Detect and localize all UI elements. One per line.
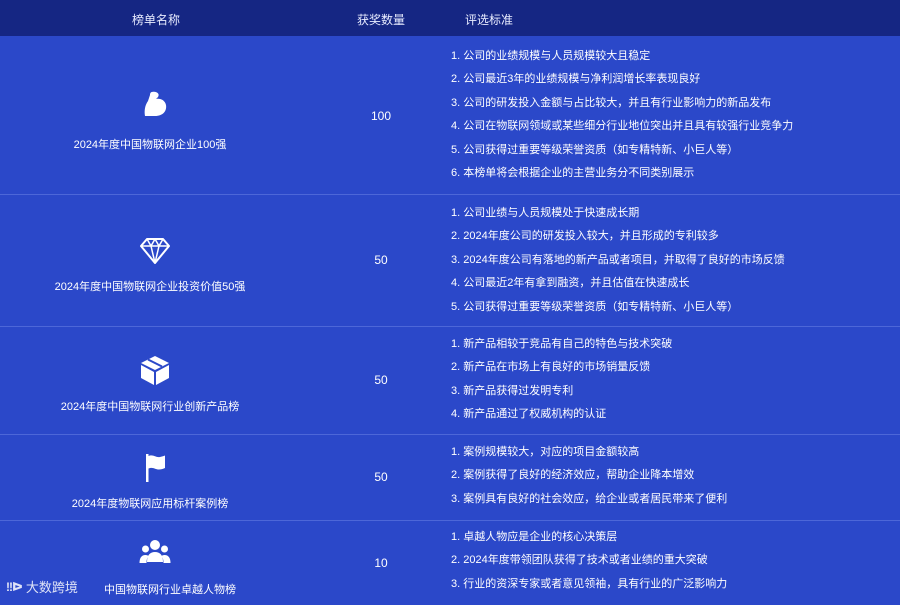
header-list-name: 榜单名称 xyxy=(132,13,181,27)
list-name-cell: 2024年度中国物联网行业创新产品榜 xyxy=(0,327,300,434)
criteria-item: 3. 案例具有良好的社会效应，给企业或者居民带来了便利 xyxy=(451,492,728,505)
criteria-item: 3. 行业的资深专家或者意见领袖，具有行业的广泛影响力 xyxy=(451,577,728,590)
criteria-item: 2. 案例获得了良好的经济效应，帮助企业降本增效 xyxy=(451,469,695,482)
criteria-item: 4. 公司在物联网领域或某些细分行业地位突出并且具有较强行业竞争力 xyxy=(451,120,794,133)
table-header: 榜单名称 获奖数量 评选标准 xyxy=(0,0,900,36)
list-name-cell: 2024年度物联网应用标杆案例榜 xyxy=(0,435,300,520)
table-row: 2024年度中国物联网企业100强 100 1. 公司的业绩规模与人员规模较大且… xyxy=(0,37,900,195)
table-row: 2024年度物联网应用标杆案例榜 50 1. 案例规模较大，对应的项目金额较高 … xyxy=(0,435,900,521)
criteria-list: 1. 公司的业绩规模与人员规模较大且稳定 2. 公司最近3年的业绩规模与净利润增… xyxy=(451,45,793,185)
criteria-item: 3. 2024年度公司有落地的新产品或者项目，并取得了良好的市场反馈 xyxy=(451,253,785,266)
box-icon xyxy=(138,353,172,387)
watermark-text: 大数跨境 xyxy=(25,580,78,595)
table-row: 中国物联网行业卓越人物榜 10 1. 卓越人物应是企业的核心决策层 2. 202… xyxy=(0,521,900,605)
criteria-item: 4. 公司最近2年有拿到融资，并且估值在快速成长 xyxy=(451,277,690,290)
criteria-list: 1. 公司业绩与人员规模处于快速成长期 2. 2024年度公司的研发投入较大，并… xyxy=(451,202,785,319)
criteria-item: 1. 案例规模较大，对应的项目金额较高 xyxy=(451,446,640,458)
criteria-item: 4. 新产品通过了权威机构的认证 xyxy=(451,408,607,421)
criteria-list: 1. 卓越人物应是企业的核心决策层 2. 2024年度带领团队获得了技术或者业绩… xyxy=(451,526,727,596)
table-row: 2024年度中国物联网企业投资价值50强 50 1. 公司业绩与人员规模处于快速… xyxy=(0,195,900,327)
list-name-cell: 2024年度中国物联网企业投资价值50强 xyxy=(0,195,300,326)
criteria-item: 1. 新产品相较于竞品有自己的特色与技术突破 xyxy=(451,338,673,350)
criteria-item: 1. 公司的业绩规模与人员规模较大且稳定 xyxy=(451,50,651,62)
award-count: 50 xyxy=(374,470,388,484)
header-criteria: 评选标准 xyxy=(465,13,514,27)
award-count: 10 xyxy=(374,556,388,570)
list-name: 2024年度中国物联网企业投资价值50强 xyxy=(54,281,246,293)
flexed-arm-icon xyxy=(138,87,172,121)
award-count: 50 xyxy=(374,253,388,267)
criteria-item: 2. 2024年度带领团队获得了技术或者业绩的重大突破 xyxy=(451,554,708,567)
criteria-list: 1. 案例规模较大，对应的项目金额较高 2. 案例获得了良好的经济效应，帮助企业… xyxy=(451,441,727,511)
award-count: 50 xyxy=(374,373,388,387)
criteria-item: 3. 新产品获得过发明专利 xyxy=(451,384,574,397)
criteria-item: 2. 2024年度公司的研发投入较大，并且形成的专利较多 xyxy=(451,230,719,243)
flag-icon xyxy=(138,451,172,485)
criteria-list: 1. 新产品相较于竞品有自己的特色与技术突破 2. 新产品在市场上有良好的市场销… xyxy=(451,333,672,427)
people-group-icon xyxy=(138,535,172,569)
criteria-item: 5. 公司获得过重要等级荣誉资质（如专精特新、小巨人等） xyxy=(451,300,739,313)
diamond-icon xyxy=(138,233,172,267)
watermark-logo: !!ᐅ xyxy=(6,579,23,594)
list-name: 2024年度物联网应用标杆案例榜 xyxy=(71,498,229,510)
criteria-item: 6. 本榜单将会根据企业的主营业务分不同类别展示 xyxy=(451,166,695,179)
list-name: 2024年度中国物联网企业100强 xyxy=(73,139,227,151)
list-name-cell: 2024年度中国物联网企业100强 xyxy=(0,37,300,194)
criteria-item: 1. 卓越人物应是企业的核心决策层 xyxy=(451,531,618,543)
header-award-count: 获奖数量 xyxy=(357,13,406,27)
list-name: 2024年度中国物联网行业创新产品榜 xyxy=(60,401,240,413)
criteria-item: 1. 公司业绩与人员规模处于快速成长期 xyxy=(451,207,640,219)
criteria-item: 2. 新产品在市场上有良好的市场销量反馈 xyxy=(451,361,651,374)
watermark: !!ᐅ 大数跨境 xyxy=(6,577,78,596)
criteria-item: 2. 公司最近3年的业绩规模与净利润增长率表现良好 xyxy=(451,73,701,86)
criteria-item: 5. 公司获得过重要等级荣誉资质（如专精特新、小巨人等） xyxy=(451,143,739,156)
table-row: 2024年度中国物联网行业创新产品榜 50 1. 新产品相较于竞品有自己的特色与… xyxy=(0,327,900,435)
award-list-table: 榜单名称 获奖数量 评选标准 2024年度中国物联网企业100强 100 1. … xyxy=(0,0,900,605)
criteria-item: 3. 公司的研发投入金额与占比较大，并且有行业影响力的新品发布 xyxy=(451,96,772,109)
award-count: 100 xyxy=(370,109,392,123)
